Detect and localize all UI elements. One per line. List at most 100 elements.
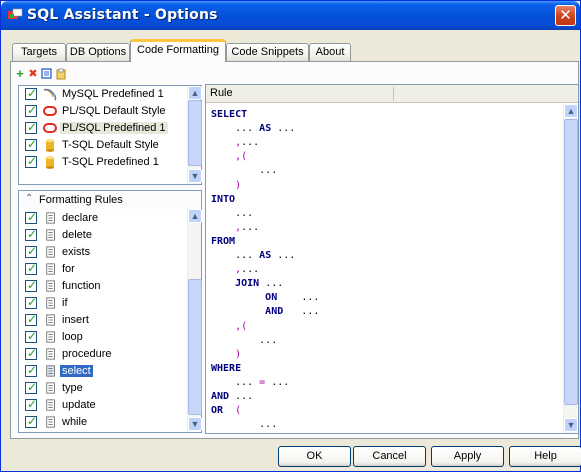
checkbox[interactable]: ✓: [25, 154, 37, 168]
code-line: ): [211, 348, 242, 360]
rule-item-while[interactable]: ✓ while: [21, 414, 181, 431]
checkbox[interactable]: ✓: [25, 312, 37, 326]
cancel-button[interactable]: Cancel: [353, 446, 426, 467]
rule-item-delete[interactable]: ✓ delete: [21, 227, 181, 244]
title-bar[interactable]: SQL Assistant - Options ✕: [1, 1, 580, 30]
rule-item-loop[interactable]: ✓ loop: [21, 329, 181, 346]
rule-label: while: [62, 416, 88, 428]
tab-targets[interactable]: Targets: [12, 43, 66, 61]
apply-button[interactable]: Apply: [431, 446, 504, 467]
checkbox[interactable]: ✓: [25, 137, 37, 151]
scroll-thumb[interactable]: [188, 279, 202, 415]
scroll-down-icon[interactable]: ▼: [564, 418, 578, 432]
scroll-thumb[interactable]: [564, 119, 578, 405]
checkbox[interactable]: ✓: [25, 86, 37, 100]
code-line: ...: [211, 207, 254, 219]
code-line: ): [211, 179, 242, 191]
rule-item-declare[interactable]: ✓ declare: [21, 210, 181, 227]
checkbox[interactable]: ✓: [25, 329, 37, 343]
checkbox[interactable]: ✓: [25, 120, 37, 134]
window-title: SQL Assistant - Options: [27, 7, 218, 23]
cylinder-icon: [46, 138, 54, 152]
formatting-rules-header[interactable]: ⌃ Formatting Rules: [18, 190, 202, 210]
ok-button[interactable]: OK: [278, 446, 351, 467]
style-item-tsql-predefined-1[interactable]: ✓ T-SQL Predefined 1: [21, 154, 181, 171]
code-line: ... AS ...: [211, 250, 296, 261]
scroll-down-icon[interactable]: ▼: [188, 417, 202, 431]
rule-item-select[interactable]: ✓ select: [21, 363, 181, 380]
copy-icon[interactable]: [41, 68, 53, 80]
checkbox[interactable]: ✓: [25, 278, 37, 292]
tab-about[interactable]: About: [309, 43, 351, 61]
checkbox[interactable]: ✓: [25, 103, 37, 117]
document-icon: [46, 416, 55, 428]
scroll-up-icon[interactable]: ▲: [564, 104, 578, 118]
checkbox[interactable]: ✓: [25, 346, 37, 360]
tab-code-formatting[interactable]: Code Formatting: [130, 39, 226, 62]
paste-icon[interactable]: [55, 68, 67, 80]
style-label: T-SQL Default Style: [62, 139, 159, 151]
checkbox[interactable]: ✓: [25, 295, 37, 309]
help-button[interactable]: Help: [509, 446, 581, 467]
style-item-plsql-default[interactable]: ✓ PL/SQL Default Style: [21, 103, 181, 120]
document-icon: [46, 365, 55, 377]
rule-header-label: Rule: [210, 87, 233, 99]
checkbox[interactable]: ✓: [25, 210, 37, 224]
dolphin-icon: [43, 88, 57, 101]
rule-label: declare: [62, 212, 99, 224]
checkbox[interactable]: ✓: [25, 414, 37, 428]
rule-item-type[interactable]: ✓ type: [21, 380, 181, 397]
checkbox[interactable]: ✓: [25, 397, 37, 411]
rule-label: delete: [62, 229, 92, 241]
rule-label: loop: [62, 331, 83, 343]
scroll-down-icon[interactable]: ▼: [188, 169, 202, 183]
rule-item-exists[interactable]: ✓ exists: [21, 244, 181, 261]
rule-item-update[interactable]: ✓ update: [21, 397, 181, 414]
document-icon: [46, 382, 55, 394]
oracle-icon: [43, 106, 57, 116]
rule-scrollbar[interactable]: ▲ ▼: [563, 104, 578, 433]
tab-code-snippets[interactable]: Code Snippets: [226, 43, 309, 61]
rules-scrollbar[interactable]: ▲ ▼: [187, 209, 202, 431]
checkbox[interactable]: ✓: [25, 380, 37, 394]
rule-item-function[interactable]: ✓ function: [21, 278, 181, 295]
tab-db-options[interactable]: DB Options: [66, 43, 130, 61]
scroll-up-icon[interactable]: ▲: [188, 86, 202, 100]
document-icon: [46, 246, 55, 258]
checkbox[interactable]: ✓: [25, 227, 37, 241]
options-window: SQL Assistant - Options ✕ Targets DB Opt…: [0, 0, 581, 472]
code-line: AND ...: [211, 306, 320, 318]
add-icon[interactable]: +: [14, 67, 26, 80]
styles-scrollbar[interactable]: ▲ ▼: [187, 86, 202, 184]
delete-icon[interactable]: ✖: [27, 68, 39, 80]
checkbox[interactable]: ✓: [25, 261, 37, 275]
rule-label: procedure: [62, 348, 112, 360]
close-button[interactable]: ✕: [555, 5, 576, 26]
rule-item-if[interactable]: ✓ if: [21, 295, 181, 312]
document-icon: [46, 263, 55, 275]
rule-item-for[interactable]: ✓ for: [21, 261, 181, 278]
document-icon: [46, 314, 55, 326]
rule-item-procedure[interactable]: ✓ procedure: [21, 346, 181, 363]
rule-item-insert[interactable]: ✓ insert: [21, 312, 181, 329]
code-line: JOIN ...: [211, 278, 284, 290]
style-item-plsql-predefined-1[interactable]: ✓ PL/SQL Predefined 1: [21, 120, 181, 137]
code-line: OR (: [211, 405, 242, 417]
code-line: ...: [211, 419, 278, 431]
rule-label: select: [60, 365, 93, 377]
collapse-chevron-icon[interactable]: ⌃: [25, 193, 33, 204]
style-label: PL/SQL Predefined 1: [60, 122, 168, 134]
style-item-mysql-predefined-1[interactable]: ✓ MySQL Predefined 1: [21, 86, 181, 103]
code-line: INTO: [211, 193, 236, 205]
oracle-icon: [43, 123, 57, 133]
scroll-up-icon[interactable]: ▲: [188, 209, 202, 223]
styles-list: ✓ MySQL Predefined 1 ✓ PL/SQL Default St…: [18, 85, 202, 185]
code-line: ON ...: [211, 292, 320, 304]
formatting-rules-title: Formatting Rules: [39, 194, 123, 206]
checkbox[interactable]: ✓: [25, 363, 37, 377]
checkbox[interactable]: ✓: [25, 244, 37, 258]
style-item-tsql-default[interactable]: ✓ T-SQL Default Style: [21, 137, 181, 154]
style-label: PL/SQL Default Style: [62, 105, 166, 117]
scroll-thumb[interactable]: [188, 100, 202, 166]
rule-label: function: [62, 280, 101, 292]
